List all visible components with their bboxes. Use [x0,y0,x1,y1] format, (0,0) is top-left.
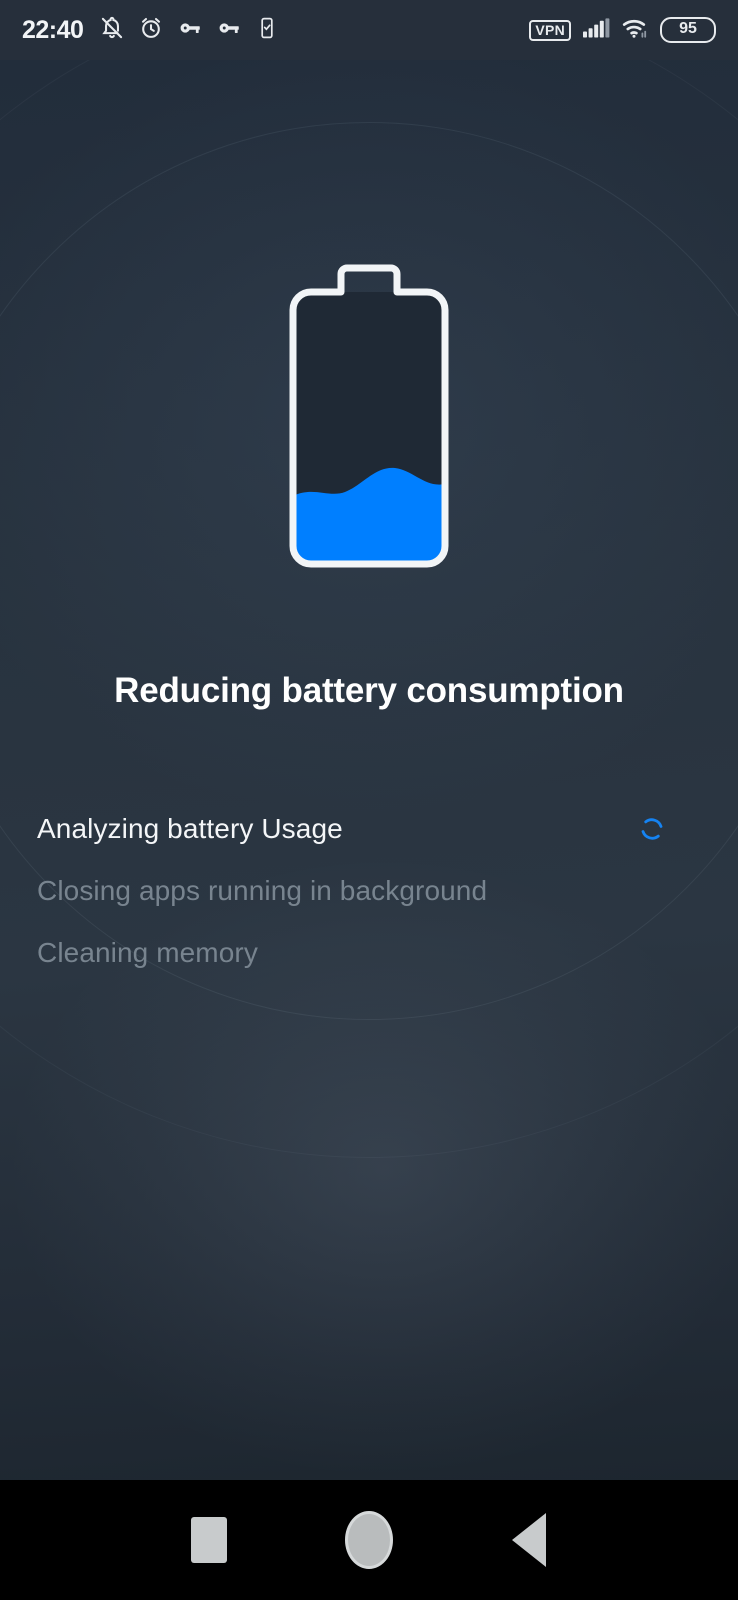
progress-steps-list: Analyzing battery Usage Closing apps run… [37,798,701,984]
vpn-badge: VPN [529,19,571,41]
nav-home-button[interactable] [289,1480,449,1600]
battery-graphic [289,264,449,568]
nav-back-button[interactable] [449,1480,609,1600]
android-navigation-bar [0,1480,738,1600]
battery-status-level: 95 [660,17,716,43]
notifications-off-icon [99,15,125,46]
back-triangle-icon [512,1513,546,1567]
step-item-closing-apps: Closing apps running in background [37,860,701,922]
step-label: Closing apps running in background [37,875,488,906]
step-label: Cleaning memory [37,937,258,968]
step-label: Analyzing battery Usage [37,813,343,844]
step-item-cleaning-memory: Cleaning memory [37,922,701,984]
status-bar: 22:40 VPN 95 [0,0,738,60]
device-check-icon [255,16,279,45]
phone-screen: 22:40 VPN 95 Reducing battery consumptio… [0,0,738,1600]
vpn-key-icon [177,15,203,46]
status-bar-clock: 22:40 [22,15,84,44]
page-title: Reducing battery consumption [114,671,624,710]
cellular-signal-icon [582,16,610,45]
recents-square-icon [191,1517,227,1563]
battery-illustration [0,230,738,610]
alarm-clock-icon [138,15,164,46]
main-content: Reducing battery consumption Analyzing b… [0,60,738,1480]
home-circle-icon [345,1511,393,1569]
nav-recents-button[interactable] [129,1480,289,1600]
status-bar-right-group: VPN 95 [529,16,716,45]
vpn-key-secondary-icon [216,15,242,46]
step-item-analyzing: Analyzing battery Usage [37,798,701,860]
wifi-icon [621,16,649,45]
loading-spinner-icon [635,812,669,846]
status-bar-left-group: 22:40 [22,15,279,46]
